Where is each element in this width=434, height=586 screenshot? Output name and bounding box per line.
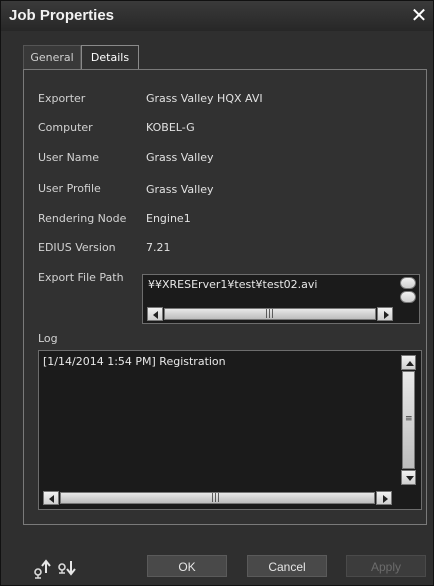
user-name-label: User Name — [38, 151, 100, 164]
log-hscroll-thumb[interactable]: ||| — [60, 492, 375, 504]
export-file-path-label: Export File Path — [38, 271, 124, 284]
grip-icon: ||| — [265, 309, 275, 319]
edius-version-value: 7.21 — [146, 241, 171, 254]
export-path-scroll-left-button[interactable] — [147, 307, 163, 321]
left-arrow-icon — [49, 495, 54, 503]
log-vscroll-track[interactable]: ≡ — [402, 371, 415, 469]
cancel-button[interactable]: Cancel — [247, 555, 327, 577]
dialog-title: Job Properties — [9, 7, 115, 24]
export-path-hscroll-track[interactable]: ||| — [164, 308, 376, 320]
computer-label: Computer — [38, 121, 93, 134]
export-path-scroll-down-button[interactable] — [400, 291, 416, 303]
left-arrow-icon — [153, 311, 158, 319]
up-arrow-icon — [406, 361, 414, 366]
log-label: Log — [38, 332, 58, 345]
details-panel: Exporter Grass Valley HQX AVI Computer K… — [23, 69, 427, 525]
ok-button[interactable]: OK — [147, 555, 227, 577]
user-profile-value: Grass Valley — [146, 183, 214, 196]
tab-general[interactable]: General — [23, 45, 81, 70]
log-entry: [1/14/2014 1:54 PM] Registration — [43, 355, 226, 368]
exporter-label: Exporter — [38, 92, 86, 105]
log-vscroll-thumb[interactable]: ≡ — [402, 371, 415, 469]
import-down-icon[interactable] — [56, 557, 80, 579]
export-path-scroll-up-button[interactable] — [400, 277, 416, 289]
title-bar[interactable]: Job Properties ✕ — [1, 1, 433, 31]
log-box[interactable]: [1/14/2014 1:54 PM] Registration ≡ ||| — [38, 350, 422, 510]
user-name-value: Grass Valley — [146, 151, 214, 164]
log-hscroll-track[interactable]: ||| — [60, 492, 375, 504]
export-up-icon[interactable] — [31, 557, 55, 579]
log-scroll-down-button[interactable] — [401, 470, 416, 485]
export-path-box[interactable]: ¥¥XRESErver1¥test¥test02.avi ||| — [142, 274, 420, 324]
right-arrow-icon — [384, 311, 389, 319]
log-scroll-left-button[interactable] — [43, 491, 59, 505]
log-scroll-up-button[interactable] — [401, 355, 416, 370]
rendering-node-label: Rendering Node — [38, 212, 127, 225]
exporter-value: Grass Valley HQX AVI — [146, 92, 263, 105]
log-scroll-right-button[interactable] — [376, 491, 392, 505]
export-path-value: ¥¥XRESErver1¥test¥test02.avi — [148, 278, 318, 291]
grip-icon: ≡ — [405, 414, 413, 424]
job-properties-dialog: Job Properties ✕ General Details Exporte… — [0, 0, 434, 586]
grip-icon: ||| — [211, 493, 221, 503]
user-profile-label: User Profile — [38, 182, 101, 195]
tab-details[interactable]: Details — [81, 45, 139, 70]
apply-button[interactable]: Apply — [346, 555, 426, 577]
edius-version-label: EDIUS Version — [38, 241, 116, 254]
export-path-scroll-right-button[interactable] — [377, 307, 393, 321]
close-icon[interactable]: ✕ — [408, 4, 430, 26]
export-path-hscroll-thumb[interactable]: ||| — [164, 308, 376, 320]
computer-value: KOBEL-G — [146, 121, 195, 134]
down-arrow-icon — [406, 476, 414, 481]
rendering-node-value: Engine1 — [146, 212, 191, 225]
right-arrow-icon — [383, 495, 388, 503]
